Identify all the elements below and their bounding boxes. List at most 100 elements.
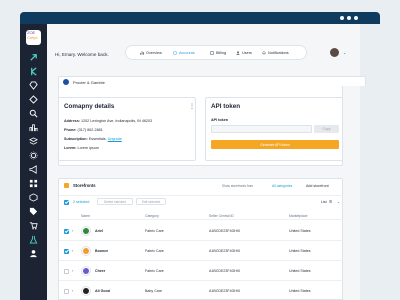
row-seller-id: A1BCDE23F4GHI0 <box>209 229 240 233</box>
row-seller-id: A1BCDE23F4GHI0 <box>209 269 240 273</box>
company-details-card: Comapny details ⋮ Address: 1202 Lexingto… <box>58 97 196 161</box>
nav-users[interactable]: Users <box>236 51 252 55</box>
sidebar-shapes-icon[interactable] <box>27 94 40 104</box>
brand-logo <box>81 266 91 276</box>
row-marketplace: United States <box>289 289 311 293</box>
categories-dropdown[interactable]: All categories <box>272 184 292 188</box>
row-category: Fabric Care <box>145 269 164 273</box>
nav-label: Overview <box>146 51 162 55</box>
view-list-icon[interactable]: ☰ <box>329 200 332 204</box>
row-name[interactable]: Bounce <box>95 249 108 253</box>
sidebar-k-icon[interactable] <box>27 66 40 76</box>
expand-row-icon[interactable]: › <box>72 228 73 233</box>
sidebar-chart-icon[interactable] <box>27 122 40 132</box>
sidebar-diamond-icon[interactable] <box>27 80 40 90</box>
api-title: API token <box>211 103 241 110</box>
row-checkbox[interactable] <box>64 268 69 274</box>
welcome-message: Hi, Emary. Welcome back. <box>55 52 109 57</box>
row-checkbox[interactable] <box>64 248 69 254</box>
logo-line2: Cofyd <box>27 35 38 40</box>
more-options-icon[interactable]: ⋮ <box>189 103 195 110</box>
column-header[interactable]: Name <box>81 214 90 218</box>
address-value: 1202 Lexington Ave, Indianapolis, IN 462… <box>81 119 153 123</box>
select-all-checkbox[interactable] <box>64 199 69 205</box>
row-marketplace: United States <box>289 229 311 233</box>
copy-button[interactable]: Copy <box>314 125 339 133</box>
nav-billing[interactable]: Billing <box>210 51 226 55</box>
column-header[interactable]: Marketplace <box>289 214 307 218</box>
brand-logo <box>81 246 91 256</box>
selected-count: 2 selected <box>73 199 90 204</box>
nav-label: Notifications <box>268 51 289 55</box>
sidebar-home-icon[interactable] <box>27 52 40 62</box>
sidebar-grid-icon[interactable] <box>27 178 40 188</box>
window-dot[interactable] <box>354 16 358 20</box>
view-mode-dropdown[interactable]: List <box>321 200 327 204</box>
sidebar-search-icon[interactable] <box>27 108 40 118</box>
expand-row-icon[interactable]: › <box>72 268 73 273</box>
table-row[interactable]: › All Good Baby Care A1BCDE23F4GHI0 United S… <box>59 281 344 300</box>
phone-line: Phone: (317) 862-2881 <box>64 128 103 132</box>
browser-window: ZOE Cofyd Hi, Emary. Welcome back. Overv… <box>0 0 400 300</box>
nav-label: Billing <box>216 51 227 55</box>
edit-selected-button[interactable]: Edit selected <box>136 198 166 205</box>
table-row[interactable]: › Bounce Fabric Care A1BCDE23F4GHI0 United S… <box>59 241 344 261</box>
notifications-icon <box>262 51 266 55</box>
brand-logo-mark <box>83 248 89 254</box>
storefront-icon <box>64 183 69 188</box>
sidebar-user-icon[interactable] <box>27 248 40 258</box>
show-from-label: Show storefronts from <box>222 184 254 188</box>
sidebar-cart-icon[interactable] <box>27 220 40 230</box>
subscription-label: Subscription: <box>64 137 88 141</box>
window-dot[interactable] <box>340 16 344 20</box>
storefronts-title: Storefronts <box>73 183 96 188</box>
api-token-card: API token API token Copy Generate API to… <box>205 97 343 161</box>
row-name[interactable]: All Good <box>95 289 110 293</box>
bulk-toolbar: 2 selected Delete selected Edit selected… <box>59 195 344 207</box>
sidebar-box-icon[interactable] <box>27 192 40 202</box>
expand-row-icon[interactable]: › <box>72 288 73 293</box>
row-checkbox[interactable] <box>64 288 69 294</box>
column-header[interactable]: Category <box>145 214 159 218</box>
sidebar-stack-icon[interactable] <box>27 136 40 146</box>
address-label: Address: <box>64 119 80 123</box>
expand-row-icon[interactable]: › <box>72 248 73 253</box>
nav-overview[interactable]: Overview <box>140 51 162 55</box>
sidebar-tag-icon[interactable] <box>27 206 40 216</box>
phone-label: Phone: <box>64 128 77 132</box>
accounts-icon <box>173 51 177 55</box>
table-row[interactable]: › Cheer Fabric Care A1BCDE23F4GHI0 United St… <box>59 261 344 281</box>
chevron-down-icon[interactable]: ⌄ <box>343 50 346 55</box>
top-nav: Overview Accounts Billing Users Notifica… <box>125 45 307 60</box>
nav-notifications[interactable]: Notifications <box>262 51 289 55</box>
window-dot[interactable] <box>347 16 351 20</box>
row-name[interactable]: Ariel <box>95 229 103 233</box>
company-name: Procter & Gamble <box>73 79 105 85</box>
company-logo-icon <box>63 79 69 85</box>
column-header[interactable]: Seller Central ID <box>209 214 234 218</box>
lorem-label: Lorem: <box>64 146 77 150</box>
user-avatar[interactable] <box>330 48 339 57</box>
sidebar-flask-icon[interactable] <box>27 234 40 244</box>
subscription-value: Essentials <box>88 137 106 141</box>
browser-chrome <box>20 12 380 24</box>
upgrade-link[interactable]: Upgrade <box>108 137 122 141</box>
sidebar: ZOE Cofyd <box>20 24 47 300</box>
bar-chart-icon <box>140 51 144 55</box>
table-row[interactable]: › Ariel Fabric Care A1BCDE23F4GHI0 United St… <box>59 221 344 241</box>
table-header: Name Category Seller Central ID Marketpl… <box>59 212 344 220</box>
delete-selected-button[interactable]: Delete selected <box>97 198 133 205</box>
nav-accounts[interactable]: Accounts <box>173 51 195 55</box>
add-storefront-button[interactable]: Add storefront <box>306 184 329 188</box>
topbar: Hi, Emary. Welcome back. Overview Accoun… <box>47 42 360 68</box>
phone-value: (317) 862-2881 <box>77 128 103 132</box>
row-name[interactable]: Cheer <box>95 269 105 273</box>
sidebar-megaphone-icon[interactable] <box>27 164 40 174</box>
sidebar-settings-icon[interactable] <box>27 150 40 160</box>
billing-icon <box>210 51 214 55</box>
row-checkbox[interactable] <box>64 228 69 234</box>
api-token-input[interactable] <box>211 125 312 133</box>
chevron-down-icon[interactable]: ⌄ <box>337 200 340 204</box>
generate-token-button[interactable]: Generate API token <box>211 140 339 149</box>
row-category: Baby Care <box>145 289 162 293</box>
